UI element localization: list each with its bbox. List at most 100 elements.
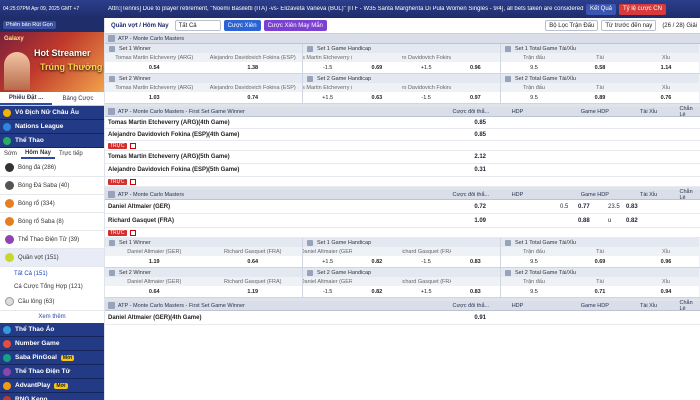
collapse-icon[interactable] xyxy=(108,191,115,198)
tab-live[interactable]: Trực tiếp xyxy=(55,148,87,159)
odds-cell[interactable]: 0.85 xyxy=(450,117,490,128)
sport-badminton[interactable]: Cầu lông (63) xyxy=(0,293,104,311)
odds-cell[interactable]: 0.72 xyxy=(450,200,490,213)
collapse-icon[interactable] xyxy=(109,45,115,52)
column-header xyxy=(352,277,401,286)
odds-cell[interactable]: 0.82 xyxy=(352,256,401,267)
sport-item[interactable]: Quần vợt (151) xyxy=(0,249,104,267)
league-header[interactable]: ATP - Monte Carlo Masters - First Set Ga… xyxy=(105,300,700,312)
odds-cell[interactable]: 0.96 xyxy=(451,62,500,73)
sidebar-category[interactable]: Thể Thao Ảo xyxy=(0,323,104,337)
category-icon xyxy=(3,367,11,376)
collapse-icon[interactable] xyxy=(505,75,511,82)
collapse-icon[interactable] xyxy=(109,269,115,276)
sidebar-category[interactable]: Vô Địch Nữ Châu Âu xyxy=(0,106,104,120)
collapse-icon[interactable] xyxy=(307,45,313,52)
odds-cell[interactable]: 0.82 xyxy=(352,286,401,297)
odds-cell[interactable]: 0.97 xyxy=(451,92,500,103)
panel-title: Set 1 Total Game Tài/Xỉu xyxy=(515,239,576,246)
sport-item[interactable]: Bóng rổ (334) xyxy=(0,195,104,213)
collapse-icon[interactable] xyxy=(307,75,313,82)
tab-mybets[interactable]: Bảng Cược xyxy=(52,92,104,105)
odds-cell[interactable]: 0.71 xyxy=(567,286,633,297)
odds-cell[interactable]: 0.82 xyxy=(626,218,646,224)
odds-cell[interactable]: 0.74 xyxy=(204,92,303,103)
odds-cell[interactable]: 0.64 xyxy=(105,286,204,297)
column-header: Alejandro Davidovich Fokina (ESP) xyxy=(209,84,296,91)
odds-cell[interactable]: 0.77 xyxy=(578,204,608,210)
tennis-all[interactable]: Tất Cả (151) xyxy=(0,267,104,280)
sidebar-category[interactable]: AdvantPlay Mới xyxy=(0,379,104,393)
sidebar-category[interactable]: Thể Thao xyxy=(0,134,104,148)
column-header xyxy=(352,53,401,62)
odds-cell[interactable]: 1.19 xyxy=(204,286,303,297)
collapse-icon[interactable] xyxy=(505,45,511,52)
odds-cell[interactable]: 0.89 xyxy=(567,92,633,103)
sort-select[interactable]: Từ trước đến nay xyxy=(601,20,657,31)
promo-banner[interactable]: Galaxy Hot Streamer Trúng Thưởng xyxy=(0,32,104,92)
sidebar-category[interactable]: Saba PinGoal Mới xyxy=(0,351,104,365)
collapse-icon[interactable] xyxy=(108,35,115,42)
league-header[interactable]: ATP - Monte Carlo Masters xyxy=(105,34,700,44)
odds-cell[interactable]: 0.96 xyxy=(633,256,699,267)
odds-cell[interactable]: 1.09 xyxy=(450,214,490,227)
collapse-icon[interactable] xyxy=(505,239,511,246)
collapse-icon[interactable] xyxy=(505,269,511,276)
odds-cell[interactable]: 1.03 xyxy=(105,92,204,103)
odds-cell[interactable]: 0.64 xyxy=(204,256,303,267)
odds-cell[interactable]: 0.94 xyxy=(633,286,699,297)
market-panel: Set 1 Game Handicap Daniel Altmaier (GER)… xyxy=(303,238,501,267)
collapse-icon[interactable] xyxy=(108,302,115,309)
odds-cell[interactable]: 0.31 xyxy=(450,164,490,176)
odds-cell[interactable]: 0.58 xyxy=(567,62,633,73)
result-button[interactable]: Kết Quả xyxy=(586,3,617,15)
odds-cell[interactable]: 0.54 xyxy=(105,62,204,73)
match-filter-button[interactable]: Bộ Lọc Trận Đấu xyxy=(545,20,599,31)
odds-cell[interactable]: 1.19 xyxy=(105,256,204,267)
parlay-button[interactable]: Cược Xiên xyxy=(223,20,261,31)
odds-cell[interactable]: 0.69 xyxy=(352,62,401,73)
tab-betslip[interactable]: Phiếu Đặt ... xyxy=(0,92,52,105)
panel-title: Set 1 Game Handicap xyxy=(317,239,372,246)
odds-cell[interactable]: 0.83 xyxy=(451,286,500,297)
odds-type-select[interactable]: Tỷ lệ cược CN xyxy=(619,3,666,15)
odds-cell[interactable]: 0.76 xyxy=(633,92,699,103)
odds-cell[interactable]: 0.69 xyxy=(567,256,633,267)
league-header[interactable]: ATP - Monte Carlo Masters - First Set Ga… xyxy=(105,106,700,118)
odds-cell[interactable]: 0.88 xyxy=(578,218,608,224)
tab-today[interactable]: Hôm Nay xyxy=(20,148,55,159)
sidebar-category[interactable]: Nations League xyxy=(0,120,104,134)
odds-cell[interactable]: 0.85 xyxy=(450,129,490,140)
lucky-parlay-button[interactable]: Cược Xiên May Mắn xyxy=(263,20,327,31)
column-header: Xỉu xyxy=(662,278,670,285)
market-select[interactable]: Tất Cả xyxy=(174,20,221,31)
league-header[interactable]: ATP - Monte Carlo Masters Cược đôi thắ..… xyxy=(105,189,700,201)
odds-cell[interactable]: 2.12 xyxy=(450,151,490,163)
sport-item[interactable]: Bóng rổ Saba (8) xyxy=(0,213,104,231)
odds-cell[interactable]: 1.14 xyxy=(633,62,699,73)
tab-early[interactable]: Sớm xyxy=(0,148,21,159)
table-row: Alejandro Davidovich Fokina (ESP)(4th Ga… xyxy=(105,129,700,141)
sidebar-category[interactable]: Number Game xyxy=(0,337,104,351)
sport-item[interactable]: Thể Thao Điện Tử (39) xyxy=(0,231,104,249)
odds-cell[interactable]: 0.83 xyxy=(626,204,646,210)
sport-item[interactable]: Bóng đá (286) xyxy=(0,159,104,177)
sidebar-category[interactable]: Thể Thao Điện Tử xyxy=(0,365,104,379)
sport-item[interactable]: Bóng Đá Saba (40) xyxy=(0,177,104,195)
announcement-ticker: Attn:[Tennis] Due to player retirement, … xyxy=(108,6,584,12)
collapse-icon[interactable] xyxy=(108,108,115,115)
show-more-link[interactable]: Xem thêm xyxy=(0,311,104,323)
collapse-icon[interactable] xyxy=(307,269,313,276)
odds-cell[interactable]: 0.83 xyxy=(451,256,500,267)
compact-version-button[interactable]: Phiên bản Rút Gọn xyxy=(3,21,56,29)
table-row: Richard Gasquet (FRA) 1.09 0.88 u 0.82 xyxy=(105,214,700,228)
tennis-combo[interactable]: Cá Cược Tổng Hợp (121) xyxy=(0,280,104,293)
odds-cell[interactable]: 0.63 xyxy=(352,92,401,103)
collapse-icon[interactable] xyxy=(307,239,313,246)
collapse-icon[interactable] xyxy=(109,239,115,246)
line-value: 9.5 xyxy=(530,288,538,295)
collapse-icon[interactable] xyxy=(109,75,115,82)
sidebar-category[interactable]: RNG Keno xyxy=(0,393,104,400)
odds-cell[interactable]: 0.91 xyxy=(450,311,490,324)
odds-cell[interactable]: 1.38 xyxy=(204,62,303,73)
